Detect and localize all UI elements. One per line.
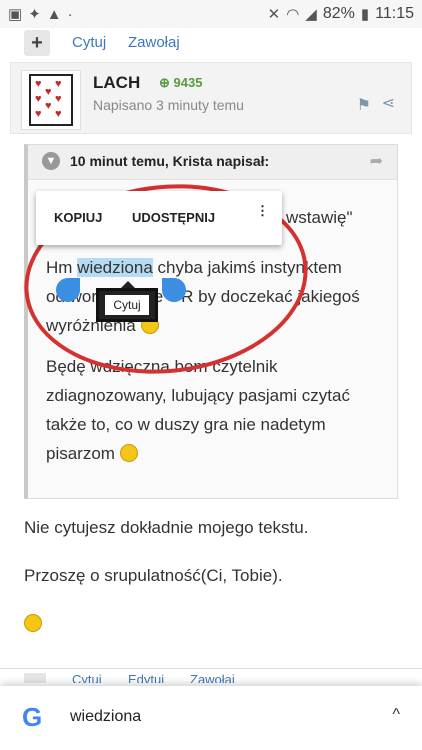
status-bar: ▣ ✦ ▲ · ✕ ◠ ◢ 82% ▮ 11:15 [0, 0, 422, 28]
post-header: ♥ ♥ ♥ ♥ ♥ ♥ ♥ ♥ LACH ⊕ 9435 Napisano 3 minut… [10, 62, 412, 134]
plus-circle-icon: ⊕ [159, 75, 170, 90]
clock: 11:15 [375, 5, 414, 22]
image-icon: ▣ [8, 6, 23, 23]
mention-link[interactable]: Zawołaj [128, 34, 180, 51]
chevron-up-icon[interactable]: ^ [392, 706, 400, 724]
more-options-icon[interactable]: ⋮ [256, 203, 269, 219]
quote-header-text: 10 minut temu, Krista napisał: [70, 153, 270, 169]
search-term: wiedziona [70, 708, 142, 725]
top-post-actions: + Cytuj Zawołaj [0, 28, 422, 62]
avatar[interactable]: ♥ ♥ ♥ ♥ ♥ ♥ ♥ ♥ [21, 70, 81, 130]
edit-link[interactable]: Edytuj [128, 672, 164, 683]
reply-line-1: Nie cytujesz dokładnie mojego tekstu. [24, 518, 309, 537]
text-selection-menu: KOPIUJ UDOSTĘPNIJ ⋮ [36, 191, 282, 245]
post-timestamp: Napisano 3 minuty temu [93, 97, 244, 113]
battery-percent: 82% [322, 5, 355, 22]
signal-icon: ◢ [305, 6, 317, 23]
add-button[interactable] [24, 673, 46, 683]
post-body: Nie cytujesz dokładnie mojego tekstu. Pr… [24, 516, 398, 660]
quote-link[interactable]: Cytuj [72, 672, 102, 683]
forward-icon[interactable]: ➦ [370, 151, 383, 171]
twitter-icon: ✦ [28, 6, 41, 23]
mute-icon: ✕ [267, 6, 281, 23]
add-button[interactable]: + [24, 30, 50, 56]
chevron-down-icon[interactable]: ▼ [42, 152, 60, 170]
playing-card-icon: ♥ ♥ ♥ ♥ ♥ ♥ ♥ ♥ [29, 74, 73, 126]
quote-link[interactable]: Cytuj [72, 34, 106, 51]
quote-partial-line: wstawię" [286, 208, 353, 227]
flag-icon[interactable]: ⚑ [357, 95, 371, 115]
google-search-bar[interactable]: G wiedziona ^ [0, 686, 422, 750]
dot-icon: · [67, 5, 73, 23]
google-logo-icon: G [22, 702, 43, 732]
battery-icon: ▮ [360, 6, 370, 23]
grin-emoji-icon [24, 614, 42, 632]
reputation-badge: ⊕ 9435 [159, 75, 202, 91]
reply-line-2: Przoszę o srupulatność(Ci, Tobie). [24, 566, 283, 585]
quote-block: ▼ 10 minut temu, Krista napisał: ➦ wstaw… [14, 144, 398, 499]
copy-button[interactable]: KOPIUJ [54, 210, 102, 225]
author-name[interactable]: LACH [93, 73, 140, 93]
bottom-post-actions: Cytuj Edytuj Zawołaj [0, 668, 422, 683]
quote-paragraph-2: Będę wdzięczna bom czytelnik zdiagnozowa… [46, 357, 350, 463]
reputation-value: 9435 [173, 75, 203, 90]
grin-emoji-icon [119, 444, 138, 462]
share-icon[interactable]: ⋖ [382, 93, 395, 113]
mention-link[interactable]: Zawołaj [190, 672, 235, 683]
share-button[interactable]: UDOSTĘPNIJ [132, 210, 215, 225]
wifi-icon: ◠ [286, 6, 300, 23]
warning-icon: ▲ [46, 5, 62, 23]
quote-header: ▼ 10 minut temu, Krista napisał: ➦ [28, 145, 397, 180]
